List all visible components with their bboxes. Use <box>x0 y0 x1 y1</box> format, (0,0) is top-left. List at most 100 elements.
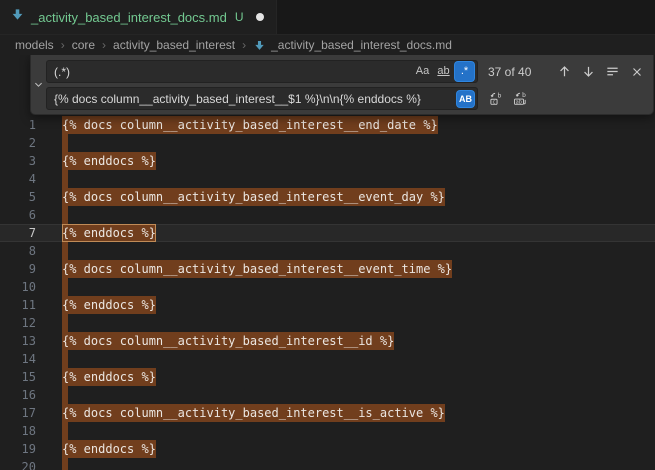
line-number[interactable]: 6 <box>0 206 36 224</box>
modified-dot-icon[interactable] <box>256 13 264 21</box>
previous-match-button[interactable] <box>554 61 575 82</box>
find-match-highlight-empty-line <box>62 170 68 188</box>
line-number[interactable]: 10 <box>0 278 36 296</box>
editor-line[interactable]: 13 {% docs column__activity_based_interes… <box>0 332 655 350</box>
line-text[interactable]: {% docs column__activity_based_interest_… <box>62 404 445 422</box>
preserve-case-toggle[interactable]: AB <box>457 91 474 107</box>
editor-pane[interactable]: 1 {% docs column__activity_based_interest… <box>0 55 655 470</box>
svg-text:b: b <box>522 91 526 99</box>
editor-line[interactable]: 2 <box>0 134 655 152</box>
find-match-highlight: {% docs column__activity_based_interest_… <box>62 260 452 278</box>
replace-input[interactable]: {% docs column__activity_based_interest_… <box>46 87 478 110</box>
replace-value: {% docs column__activity_based_interest_… <box>54 92 455 106</box>
line-text[interactable] <box>62 458 68 470</box>
editor-line[interactable]: 5 {% docs column__activity_based_interest… <box>0 188 655 206</box>
breadcrumb-item-file[interactable]: _activity_based_interest_docs.md <box>253 38 452 52</box>
editor-line[interactable]: 19 {% enddocs %} <box>0 440 655 458</box>
toggle-replace-button[interactable] <box>31 55 46 114</box>
line-number[interactable]: 11 <box>0 296 36 314</box>
line-number[interactable]: 7 <box>0 224 36 242</box>
line-number[interactable]: 5 <box>0 188 36 206</box>
line-text[interactable] <box>62 314 68 332</box>
editor-line[interactable]: 16 <box>0 386 655 404</box>
replace-all-button[interactable]: b ab <box>510 88 531 109</box>
find-match-highlight-empty-line <box>62 314 68 332</box>
line-number[interactable]: 15 <box>0 368 36 386</box>
line-number[interactable]: 14 <box>0 350 36 368</box>
close-icon <box>630 65 644 79</box>
find-match-highlight: {% docs column__activity_based_interest_… <box>62 404 445 422</box>
find-in-selection-button[interactable] <box>602 61 623 82</box>
line-text[interactable]: {% docs column__activity_based_interest_… <box>62 188 445 206</box>
line-text[interactable] <box>62 350 68 368</box>
line-text[interactable] <box>62 386 68 404</box>
regex-toggle[interactable]: .* <box>455 62 474 81</box>
line-number[interactable]: 3 <box>0 152 36 170</box>
editor-line[interactable]: 9 {% docs column__activity_based_interest… <box>0 260 655 278</box>
find-match-highlight: {% enddocs %} <box>62 368 156 386</box>
line-text[interactable]: {% docs column__activity_based_interest_… <box>62 116 438 134</box>
replace-icon: b c <box>489 91 504 106</box>
editor-line[interactable]: 20 <box>0 458 655 470</box>
line-text[interactable] <box>62 170 68 188</box>
editor-line[interactable]: 3 {% enddocs %} <box>0 152 655 170</box>
line-text[interactable]: {% enddocs %} <box>62 152 156 170</box>
editor-line[interactable]: 18 <box>0 422 655 440</box>
breadcrumb: models › core › activity_based_interest … <box>0 35 655 55</box>
find-match-highlight-empty-line <box>62 350 68 368</box>
tab-activity-based-interest-docs[interactable]: _activity_based_interest_docs.md U <box>0 0 277 34</box>
find-input[interactable]: (.*) Aa ab .* <box>46 60 478 83</box>
find-match-highlight: {% enddocs %} <box>62 152 156 170</box>
breadcrumb-item-models[interactable]: models <box>15 38 54 52</box>
line-number[interactable]: 19 <box>0 440 36 458</box>
line-text[interactable] <box>62 278 68 296</box>
editor-line[interactable]: 11 {% enddocs %} <box>0 296 655 314</box>
match-case-toggle[interactable]: Aa <box>413 62 432 81</box>
editor-line[interactable]: 1 {% docs column__activity_based_interest… <box>0 116 655 134</box>
line-number[interactable]: 12 <box>0 314 36 332</box>
line-number[interactable]: 13 <box>0 332 36 350</box>
match-count: 37 of 40 <box>488 65 531 79</box>
line-number[interactable]: 8 <box>0 242 36 260</box>
breadcrumb-item-activity-based-interest[interactable]: activity_based_interest <box>113 38 235 52</box>
editor-line[interactable]: 14 <box>0 350 655 368</box>
editor-line[interactable]: 12 <box>0 314 655 332</box>
editor-line[interactable]: 4 <box>0 170 655 188</box>
line-text[interactable]: {% docs column__activity_based_interest_… <box>62 260 452 278</box>
line-text[interactable]: {% enddocs %} <box>62 368 156 386</box>
editor-line[interactable]: 6 <box>0 206 655 224</box>
line-number[interactable]: 16 <box>0 386 36 404</box>
find-match-highlight-empty-line <box>62 134 68 152</box>
line-number[interactable]: 20 <box>0 458 36 470</box>
editor-line[interactable]: 8 <box>0 242 655 260</box>
line-number[interactable]: 18 <box>0 422 36 440</box>
line-number[interactable]: 4 <box>0 170 36 188</box>
breadcrumb-item-core[interactable]: core <box>72 38 95 52</box>
whole-word-toggle[interactable]: ab <box>434 62 453 81</box>
close-button[interactable] <box>626 61 647 82</box>
line-number[interactable]: 2 <box>0 134 36 152</box>
line-text[interactable]: {% enddocs %} <box>62 440 156 458</box>
line-text[interactable] <box>62 134 68 152</box>
line-text[interactable] <box>62 422 68 440</box>
line-text[interactable]: {% docs column__activity_based_interest_… <box>62 332 394 350</box>
line-text[interactable]: {% enddocs %} <box>62 224 156 242</box>
editor-line[interactable]: 7 {% enddocs %} <box>0 224 655 242</box>
markdown-file-icon <box>10 7 25 27</box>
next-match-button[interactable] <box>578 61 599 82</box>
current-find-match: {% enddocs %} <box>62 224 156 242</box>
find-value: (.*) <box>54 65 411 79</box>
line-text[interactable] <box>62 242 68 260</box>
find-match-highlight: {% enddocs %} <box>62 296 156 314</box>
line-number[interactable]: 1 <box>0 116 36 134</box>
line-number[interactable]: 9 <box>0 260 36 278</box>
line-text[interactable]: {% enddocs %} <box>62 296 156 314</box>
find-match-highlight-empty-line <box>62 278 68 296</box>
editor-line[interactable]: 10 <box>0 278 655 296</box>
editor-line[interactable]: 15 {% enddocs %} <box>0 368 655 386</box>
line-number[interactable]: 17 <box>0 404 36 422</box>
editor-line[interactable]: 17 {% docs column__activity_based_interes… <box>0 404 655 422</box>
replace-button[interactable]: b c <box>486 88 507 109</box>
line-text[interactable] <box>62 206 68 224</box>
find-match-highlight: {% docs column__activity_based_interest_… <box>62 188 445 206</box>
